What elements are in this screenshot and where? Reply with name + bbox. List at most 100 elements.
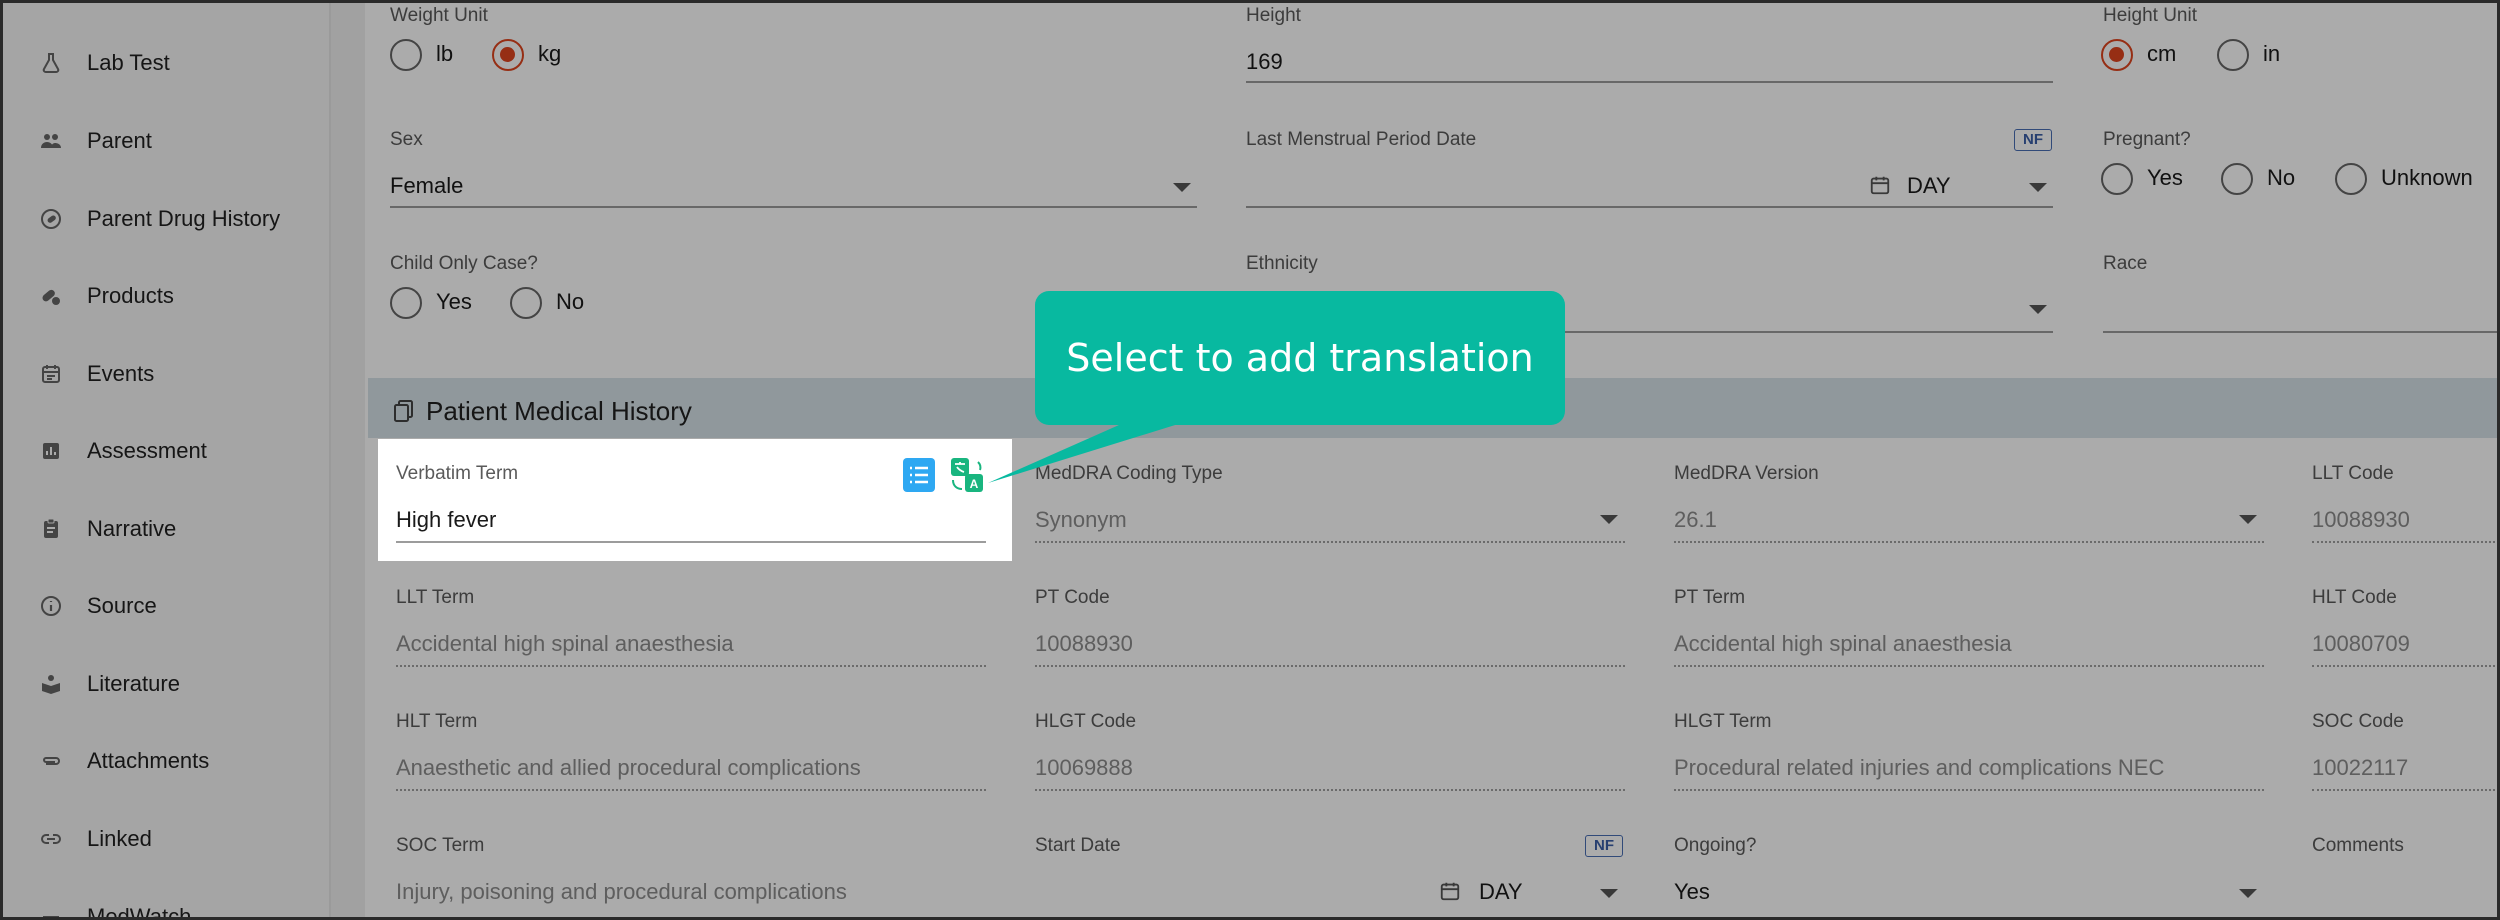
pregnant-no-radio[interactable] — [2221, 163, 2253, 195]
height-input[interactable]: 169 — [1246, 49, 1283, 75]
sidebar-item-source[interactable]: Source — [3, 576, 331, 636]
start-date-nf-badge[interactable]: NF — [1585, 835, 1623, 857]
hlt-term-label: HLT Term — [396, 711, 478, 732]
start-date-unit-dropdown-icon[interactable] — [1600, 889, 1618, 898]
verbatim-term-label: Verbatim Term — [396, 463, 519, 484]
ethnicity-dropdown-icon[interactable] — [2029, 305, 2047, 314]
comments-label: Comments — [2312, 835, 2404, 856]
race-underline — [2103, 331, 2497, 333]
llt-term-label: LLT Term — [396, 587, 475, 608]
pregnant-yes-radio[interactable] — [2101, 163, 2133, 195]
hlgt-term-label: HLGT Term — [1674, 711, 1772, 732]
sidebar-item-label: Attachments — [87, 748, 210, 773]
sidebar-item-literature[interactable]: Literature — [3, 654, 331, 714]
meddra-version-label: MedDRA Version — [1674, 463, 1819, 484]
lmp-unit-dropdown-icon[interactable] — [2029, 183, 2047, 192]
llt-term-underline — [396, 665, 986, 667]
sidebar-item-lab-test[interactable]: Lab Test — [3, 33, 331, 93]
people-icon — [38, 128, 64, 154]
meddra-version-dropdown-icon[interactable] — [2239, 515, 2257, 524]
sidebar-item-label: Parent Drug History — [87, 206, 281, 231]
sidebar-item-linked[interactable]: Linked — [3, 809, 331, 869]
medical-history-title: Patient Medical History — [426, 396, 692, 426]
pregnant-label: Pregnant? — [2103, 129, 2191, 150]
ongoing-dropdown-icon[interactable] — [2239, 889, 2257, 898]
child-only-yes-label: Yes — [436, 289, 472, 314]
child-only-no-radio[interactable] — [510, 287, 542, 319]
soc-code-value: 10022117 — [2312, 755, 2409, 780]
lmp-date-underline — [1246, 206, 2053, 208]
meddra-version-select[interactable]: 26.1 — [1674, 507, 1717, 533]
pills-icon — [38, 283, 64, 309]
sidebar-item-parent[interactable]: Parent — [3, 111, 331, 171]
llt-term-value: Accidental high spinal anaesthesia — [396, 631, 734, 656]
lmp-nf-badge[interactable]: NF — [2014, 129, 2052, 151]
sidebar-item-products[interactable]: Products — [3, 266, 331, 326]
pregnant-no-label: No — [2267, 165, 2296, 190]
app-window: Lab Test Parent Parent Drug History Prod… — [0, 0, 2500, 920]
sidebar-item-events[interactable]: Events — [3, 344, 331, 404]
pt-code-value: 10088930 — [1035, 631, 1133, 656]
sidebar-item-parent-drug-history[interactable]: Parent Drug History — [3, 189, 331, 249]
sidebar-item-label: Assessment — [87, 438, 207, 463]
weight-unit-kg-radio[interactable] — [492, 39, 524, 71]
link-icon — [38, 826, 64, 852]
svg-text:A: A — [970, 477, 979, 491]
llt-code-value: 10088930 — [2312, 507, 2410, 532]
sex-underline — [390, 206, 1197, 208]
info-icon — [38, 593, 64, 619]
sex-select[interactable]: Female — [390, 173, 463, 199]
sidebar-item-narrative[interactable]: Narrative — [3, 499, 331, 559]
sidebar-item-label: Literature — [87, 671, 180, 696]
weight-unit-lb-radio[interactable] — [390, 39, 422, 71]
sidebar-item-label: Parent — [87, 128, 152, 153]
sidebar-item-assessment[interactable]: Assessment — [3, 421, 331, 481]
ongoing-select[interactable]: Yes — [1674, 879, 1710, 905]
calendar-icon[interactable] — [1869, 174, 1891, 196]
pregnant-unknown-radio[interactable] — [2335, 163, 2367, 195]
llt-code-underline — [2312, 541, 2497, 543]
hlgt-term-value: Procedural related injuries and complica… — [1674, 755, 2165, 780]
lmp-unit-select[interactable]: DAY — [1907, 173, 1951, 199]
hlgt-code-label: HLGT Code — [1035, 711, 1137, 732]
pregnant-unknown-label: Unknown — [2381, 165, 2473, 190]
weight-unit-kg-label: kg — [538, 41, 562, 66]
document-copy-icon — [393, 399, 415, 423]
sex-dropdown-icon[interactable] — [1173, 183, 1191, 192]
hlt-term-underline — [396, 789, 986, 791]
hlgt-term-underline — [1674, 789, 2264, 791]
meddra-coding-type-select[interactable]: Synonym — [1035, 507, 1127, 533]
meddra-coding-type-dropdown-icon[interactable] — [1600, 515, 1618, 524]
sidebar-item-medwatch[interactable]: MedWatch — [3, 887, 331, 920]
meddra-version-underline — [1674, 541, 2264, 543]
hlt-code-label: HLT Code — [2312, 587, 2397, 608]
weight-unit-lb-label: lb — [436, 41, 454, 66]
sidebar-item-attachments[interactable]: Attachments — [3, 731, 331, 791]
verbatim-term-input[interactable]: High fever — [396, 507, 496, 533]
pt-term-label: PT Term — [1674, 587, 1746, 608]
hlt-term-value: Anaesthetic and allied procedural compli… — [396, 755, 861, 780]
height-unit-in-label: in — [2263, 41, 2281, 66]
lmp-date-label: Last Menstrual Period Date — [1246, 129, 1477, 150]
hlt-code-underline — [2312, 665, 2497, 667]
sidebar-item-label: Lab Test — [87, 50, 170, 75]
bar-chart-icon — [38, 438, 64, 464]
medwatch-icon — [38, 904, 64, 917]
sex-label: Sex — [390, 129, 423, 150]
child-only-yes-radio[interactable] — [390, 287, 422, 319]
pt-term-underline — [1674, 665, 2264, 667]
meddra-coding-type-underline — [1035, 541, 1625, 543]
hlgt-code-underline — [1035, 789, 1625, 791]
height-unit-in-radio[interactable] — [2217, 39, 2249, 71]
calendar-icon[interactable] — [1439, 880, 1461, 902]
clipboard-icon — [38, 516, 64, 542]
history-pill-icon — [38, 206, 64, 232]
translate-icon[interactable]: A — [951, 458, 983, 492]
start-date-unit-select[interactable]: DAY — [1479, 879, 1523, 905]
sidebar-item-label: MedWatch — [87, 904, 192, 920]
hlt-code-value: 10080709 — [2312, 631, 2410, 656]
meddra-coding-type-label: MedDRA Coding Type — [1035, 463, 1223, 484]
height-unit-cm-radio[interactable] — [2101, 39, 2133, 71]
list-icon[interactable] — [903, 458, 935, 492]
pt-code-label: PT Code — [1035, 587, 1110, 608]
